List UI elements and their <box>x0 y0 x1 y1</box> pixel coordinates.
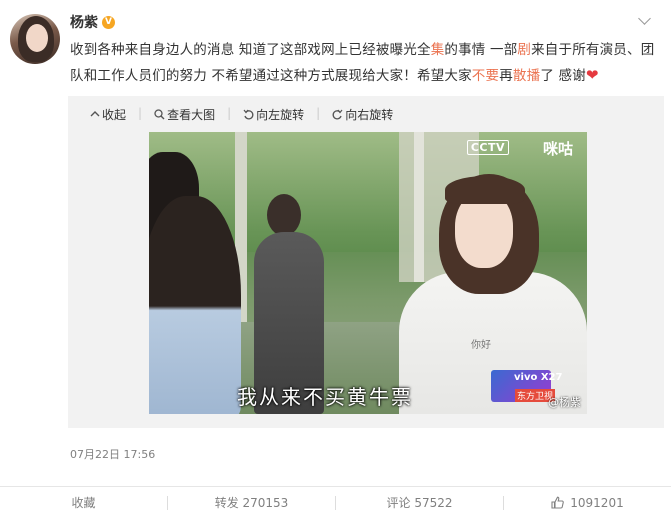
migu-logo: 咪咕 <box>542 140 573 158</box>
comment-button[interactable]: 评论 57522 <box>336 494 503 511</box>
post-timestamp[interactable]: 07月22日 17:56 <box>70 446 155 462</box>
collapse-label: 收起 <box>102 108 127 122</box>
post-text: 收到各种来自身边人的消息 知道了这部戏网上已经被曝光全集的事情 一部剧来自于所有… <box>70 38 662 89</box>
keyword-link[interactable]: 剧 <box>517 42 531 58</box>
keyword-link[interactable]: 不要 <box>472 68 499 84</box>
media-expanded-panel: 收起 | 查看大图 | 向左旋转 | 向右旋转 你好 CCTV 咪咕 vivo … <box>68 96 664 428</box>
girl-bangs <box>445 176 525 204</box>
favorite-button[interactable]: 收藏 <box>0 494 167 511</box>
rotate-right-icon <box>332 109 343 120</box>
post-text-segment: 了 感谢 <box>540 68 586 84</box>
thumbs-up-icon <box>551 496 565 509</box>
ad-text: vivo X27 <box>514 372 563 383</box>
username[interactable]: 杨紫 <box>70 12 98 32</box>
rotate-left-button[interactable]: 向左旋转 <box>243 106 304 123</box>
post-author[interactable]: 杨紫 V <box>70 12 115 32</box>
toolbar-divider: | <box>316 106 321 120</box>
toolbar-divider: | <box>227 106 232 120</box>
background-pillar <box>414 132 424 282</box>
verified-badge-icon: V <box>102 15 115 29</box>
collapse-button[interactable]: 收起 <box>90 106 126 123</box>
magnifier-icon <box>154 109 165 120</box>
media-toolbar: 收起 | 查看大图 | 向左旋转 | 向右旋转 <box>90 106 393 123</box>
view-large-label: 查看大图 <box>167 108 216 122</box>
keyword-link[interactable]: 集 <box>431 42 445 58</box>
rotate-right-button[interactable]: 向右旋转 <box>332 106 393 123</box>
repost-label: 转发 270153 <box>214 496 289 510</box>
favorite-label: 收藏 <box>71 496 96 510</box>
cctv-logo: CCTV <box>466 140 509 155</box>
repost-button[interactable]: 转发 270153 <box>168 494 335 511</box>
shirt-text: 你好 <box>471 340 491 351</box>
video-frame-image[interactable]: 你好 CCTV 咪咕 vivo X27 东方卫视 我从来不买黄牛票 @杨紫 <box>149 132 587 414</box>
like-count: 1091201 <box>570 495 624 510</box>
collapse-arrow-icon <box>90 110 100 116</box>
image-watermark: @杨紫 <box>548 396 581 409</box>
avatar[interactable] <box>10 14 60 64</box>
post-text-segment: 再 <box>499 68 513 84</box>
post-actions-bar: 收藏 转发 270153 评论 57522 1091201 <box>0 486 671 518</box>
foreground-woman-figure <box>149 196 241 414</box>
post-text-segment: 的事情 一部 <box>444 42 518 58</box>
comment-label: 评论 57522 <box>386 496 453 510</box>
walking-man-head <box>267 194 301 236</box>
post-text-segment: 收到各种来自身边人的消息 知道了这部戏网上已经被曝光全 <box>70 42 431 58</box>
avatar-face <box>26 24 48 52</box>
like-button[interactable]: 1091201 <box>504 496 671 510</box>
toolbar-divider: | <box>138 106 143 120</box>
heart-emoji-icon: ❤ <box>585 66 599 84</box>
rotate-right-label: 向右旋转 <box>345 108 394 122</box>
rotate-left-icon <box>243 109 254 120</box>
chevron-down-icon[interactable] <box>638 12 651 25</box>
video-subtitle: 我从来不买黄牛票 <box>237 385 413 409</box>
keyword-link[interactable]: 散播 <box>513 68 540 84</box>
view-large-button[interactable]: 查看大图 <box>154 106 215 123</box>
rotate-left-label: 向左旋转 <box>256 108 305 122</box>
